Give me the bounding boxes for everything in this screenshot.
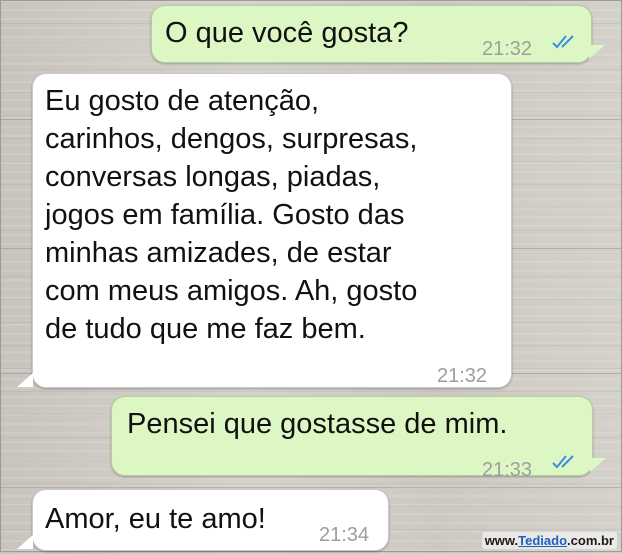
message-text: Pensei que gostasse de mim. xyxy=(127,408,508,440)
double-check-icon xyxy=(552,455,574,469)
message-line: carinhos, dengos, surpresas, xyxy=(45,123,418,155)
message-text: Amor, eu te amo! xyxy=(45,503,266,535)
message-line: Eu gosto de atenção, xyxy=(45,85,320,117)
site-watermark: www.Tediado.com.br xyxy=(481,532,617,549)
bubble-tail xyxy=(17,373,33,387)
message-time: 21:34 xyxy=(319,524,370,546)
message-line: de tudo que me faz bem. xyxy=(45,313,366,345)
message-line: conversas longas, piadas, xyxy=(45,161,381,193)
bubble-tail xyxy=(17,535,33,549)
watermark-brand: Tediado xyxy=(518,533,568,548)
message-sent[interactable]: O que você gosta? 21:32 xyxy=(151,5,592,63)
message-line: jogos em família. Gosto das xyxy=(45,199,405,231)
message-text: O que você gosta? xyxy=(165,17,409,49)
message-line: minhas amizades, de estar xyxy=(45,237,392,269)
message-received[interactable]: Amor, eu te amo! 21:34 xyxy=(32,489,389,551)
message-line: com meus amigos. Ah, gosto xyxy=(45,275,418,307)
watermark-prefix: www. xyxy=(484,533,519,548)
bubble-tail xyxy=(590,458,606,472)
message-time: 21:32 xyxy=(437,365,488,387)
double-check-icon xyxy=(552,35,574,49)
bubble-tail xyxy=(589,45,605,59)
message-received[interactable]: Eu gosto de atenção, carinhos, dengos, s… xyxy=(32,73,512,388)
message-time: 21:33 xyxy=(482,459,533,481)
watermark-suffix: .com.br xyxy=(567,533,614,548)
message-time: 21:32 xyxy=(482,38,533,60)
message-sent[interactable]: Pensei que gostasse de mim. 21:33 xyxy=(111,396,593,481)
